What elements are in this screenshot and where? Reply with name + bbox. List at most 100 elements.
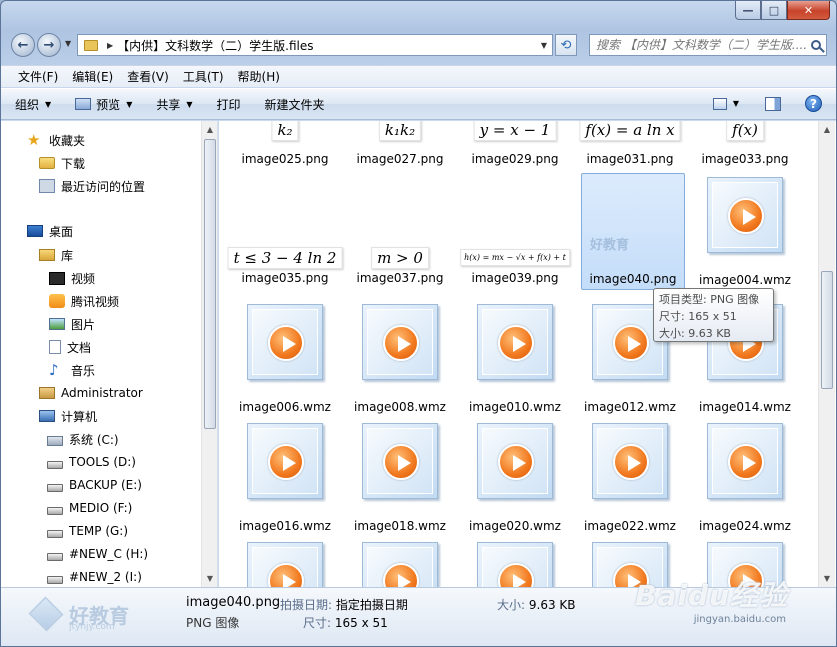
downloads-folder-icon — [39, 157, 55, 169]
menu-file[interactable]: 文件(F) — [11, 68, 65, 85]
media-file-icon — [247, 304, 323, 380]
nav-recent-label: 最近访问的位置 — [61, 179, 146, 194]
scroll-down-icon[interactable]: ▼ — [202, 570, 217, 587]
nav-favorites[interactable]: ★ 收藏夹 — [27, 130, 85, 150]
menu-edit[interactable]: 编辑(E) — [65, 68, 120, 85]
nav-downloads[interactable]: 下载 — [39, 153, 85, 173]
nav-drive-d[interactable]: TOOLS (D:) — [47, 452, 136, 472]
file-tile[interactable]: image010.wmz — [463, 300, 567, 417]
details-thumbnail: 好教育 jtyhjy.com — [28, 594, 149, 634]
nav-music[interactable]: ♪ 音乐 — [49, 360, 95, 380]
menu-tools[interactable]: 工具(T) — [176, 68, 231, 85]
file-tile[interactable]: image006.wmz — [233, 300, 337, 417]
file-tile[interactable] — [233, 538, 337, 587]
file-tile[interactable]: image004.wmz — [693, 173, 797, 290]
address-path[interactable]: 【内供】文科数学（二）学生版.files — [117, 37, 536, 54]
back-button[interactable]: ← — [11, 33, 35, 57]
nav-drive-e[interactable]: BACKUP (E:) — [47, 475, 142, 495]
nav-pictures[interactable]: 图片 — [49, 314, 95, 334]
file-tile[interactable]: f(x) = a ln x image031.png — [578, 121, 682, 169]
file-tile[interactable]: image008.wmz — [348, 300, 452, 417]
search-icon[interactable] — [806, 40, 826, 50]
close-button[interactable]: ✕ — [787, 1, 830, 20]
help-icon[interactable]: ? — [805, 95, 822, 112]
file-tile[interactable]: image024.wmz — [693, 419, 797, 536]
file-tile[interactable]: f(x) image033.png — [693, 121, 797, 169]
file-tile[interactable] — [463, 538, 567, 587]
recent-pages-dropdown[interactable]: ▼ — [65, 39, 71, 48]
share-button[interactable]: 共享 ▼ — [156, 96, 192, 113]
nav-drive-f[interactable]: MEDIO (F:) — [47, 498, 132, 518]
menu-help[interactable]: 帮助(H) — [231, 68, 287, 85]
nav-computer[interactable]: 计算机 — [39, 406, 97, 426]
nav-documents[interactable]: 文档 — [49, 337, 91, 357]
nav-drive-label: TEMP (G:) — [69, 524, 129, 538]
nav-library-label: 库 — [61, 248, 74, 263]
file-tile[interactable]: h(x) = mx − √x + f(x) + t image039.png — [460, 235, 570, 288]
nav-drive-i[interactable]: #NEW_2 (I:) — [47, 567, 142, 587]
play-icon — [268, 563, 304, 587]
scroll-up-icon[interactable]: ▲ — [202, 121, 217, 138]
play-icon — [383, 563, 419, 587]
print-button[interactable]: 打印 — [217, 96, 241, 113]
scroll-up-icon[interactable]: ▲ — [819, 121, 835, 138]
preview-pane-icon[interactable] — [765, 96, 781, 111]
nav-administrator[interactable]: Administrator — [39, 383, 143, 403]
nav-drive-label: #NEW_2 (I:) — [69, 570, 142, 584]
menu-bar: 文件(F) 编辑(E) 查看(V) 工具(T) 帮助(H) — [1, 65, 836, 87]
breadcrumb-chevron-icon[interactable]: ▶ — [107, 41, 113, 50]
nav-desktop[interactable]: 桌面 — [27, 221, 73, 241]
file-tile[interactable]: image018.wmz — [348, 419, 452, 536]
nav-scrollbar[interactable]: ▲ ▼ — [201, 121, 217, 587]
file-name: image039.png — [471, 271, 559, 285]
minimize-button[interactable]: — — [735, 1, 761, 20]
address-bar[interactable]: ▶ 【内供】文科数学（二）学生版.files ▼ — [77, 34, 553, 56]
file-name: image010.wmz — [469, 400, 561, 414]
scroll-down-icon[interactable]: ▼ — [819, 570, 835, 587]
file-tile-selected[interactable]: 好教育 image040.png — [581, 173, 685, 290]
file-tile[interactable]: y = x − 1 image029.png — [463, 121, 567, 169]
nav-drive-label: #NEW_C (H:) — [69, 547, 149, 561]
view-dropdown-arrow-icon[interactable]: ▼ — [733, 99, 739, 108]
new-folder-button[interactable]: 新建文件夹 — [265, 96, 325, 113]
nav-video[interactable]: 视频 — [49, 268, 95, 288]
nav-drive-c[interactable]: 系统 (C:) — [47, 429, 119, 449]
forward-button[interactable]: → — [37, 33, 61, 57]
nav-library[interactable]: 库 — [39, 245, 73, 265]
file-tile[interactable]: image022.wmz — [578, 419, 682, 536]
navigation-pane: ★ 收藏夹 下载 最近访问的位置 桌面 库 视频 腾讯视频 图片 文档 ♪ 音乐 A… — [1, 121, 218, 587]
file-name: image025.png — [241, 152, 329, 166]
media-file-icon — [362, 423, 438, 499]
file-tile[interactable] — [348, 538, 452, 587]
date-value[interactable]: 指定拍摄日期 — [336, 598, 408, 612]
nav-recent[interactable]: 最近访问的位置 — [39, 176, 145, 196]
file-tile[interactable]: k₁k₂ image027.png — [348, 121, 452, 169]
refresh-button[interactable]: ⟲ — [555, 34, 577, 56]
address-dropdown[interactable]: ▼ — [536, 41, 552, 50]
print-label: 打印 — [216, 97, 241, 112]
search-input[interactable] — [590, 38, 806, 52]
change-view-icon[interactable] — [712, 97, 727, 110]
content-scrollbar[interactable]: ▲ ▼ — [818, 121, 835, 587]
nav-tencent-video[interactable]: 腾讯视频 — [49, 291, 119, 311]
media-file-icon — [592, 423, 668, 499]
nav-drive-h[interactable]: #NEW_C (H:) — [47, 544, 148, 564]
file-tile[interactable]: image020.wmz — [463, 419, 567, 536]
maximize-button[interactable]: □ — [761, 1, 787, 20]
organize-button[interactable]: 组织 ▼ — [15, 96, 51, 113]
nav-scroll-thumb[interactable] — [204, 139, 216, 429]
nav-drive-g[interactable]: TEMP (G:) — [47, 521, 128, 541]
system-drive-icon — [47, 436, 63, 446]
file-tile[interactable]: m > 0 image037.png — [348, 235, 452, 288]
preview-label: 预览 — [96, 97, 121, 112]
file-list-pane: k₂ image025.png k₁k₂ image027.png y = x … — [219, 121, 836, 587]
menu-view[interactable]: 查看(V) — [120, 68, 176, 85]
preview-button[interactable]: 预览 ▼ — [75, 96, 132, 113]
content-scroll-thumb[interactable] — [821, 271, 833, 389]
size-label: 大小: — [497, 598, 526, 612]
user-folder-icon — [39, 387, 55, 399]
play-icon — [268, 444, 304, 480]
file-tile[interactable]: image016.wmz — [233, 419, 337, 536]
file-tile[interactable]: k₂ image025.png — [233, 121, 337, 169]
file-tile[interactable]: t ≤ 3 − 4 ln 2 image035.png — [227, 235, 343, 288]
